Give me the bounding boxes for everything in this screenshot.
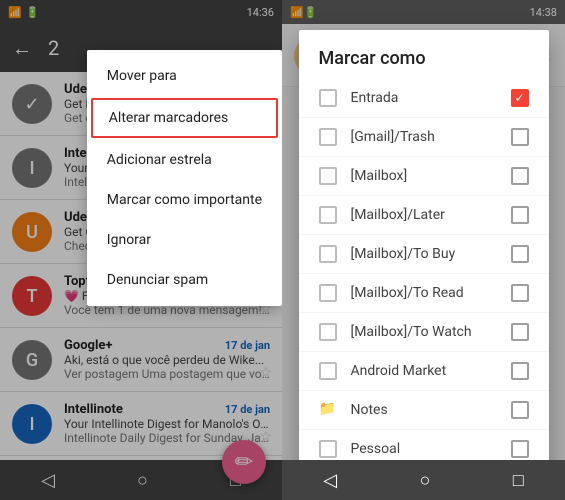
context-menu-item-alterar[interactable]: Alterar marcadores <box>91 98 278 138</box>
checkbox-android[interactable] <box>511 362 529 380</box>
context-menu-item-importante[interactable]: Marcar como importante <box>87 180 282 220</box>
right-bottom-nav: ◁ ○ □ <box>282 460 565 500</box>
checkbox-towatch[interactable] <box>511 323 529 341</box>
context-menu-item-mover[interactable]: Mover para <box>87 56 282 96</box>
home-nav-icon-right[interactable]: ○ <box>420 470 431 491</box>
dialog-item-label-android: Android Market <box>351 363 511 379</box>
checkbox-left-pessoal <box>319 440 337 458</box>
left-panel: 📶 🔋 14:36 ← 2 ✓ Udemy Get Business Cours… <box>0 0 282 500</box>
dialog-item-gmail-trash[interactable]: [Gmail]/Trash <box>299 118 549 157</box>
dialog-item-entrada[interactable]: Entrada <box>299 79 549 118</box>
marcar-como-dialog: Marcar como Entrada [Gmail]/Trash [Mailb… <box>299 30 549 500</box>
checkbox-left-later <box>319 206 337 224</box>
checkbox-left-mailbox <box>319 167 337 185</box>
dialog-item-label-tobuy: [Mailbox]/To Buy <box>351 246 511 262</box>
dialog-item-label-toread: [Mailbox]/To Read <box>351 285 511 301</box>
context-menu-item-estrela[interactable]: Adicionar estrela <box>87 140 282 180</box>
dialog-item-android-market[interactable]: Android Market <box>299 352 549 391</box>
dialog-item-label-later: [Mailbox]/Later <box>351 207 511 223</box>
checkbox-pessoal[interactable] <box>511 440 529 458</box>
dialog-item-mailbox-toread[interactable]: [Mailbox]/To Read <box>299 274 549 313</box>
context-menu-item-spam[interactable]: Denunciar spam <box>87 260 282 300</box>
dialog-item-label-notes: Notes <box>351 402 511 418</box>
checkbox-left-entrada <box>319 89 337 107</box>
checkbox-notes[interactable] <box>511 401 529 419</box>
dialog-title: Marcar como <box>299 30 549 79</box>
checkbox-left-tobuy <box>319 245 337 263</box>
checkbox-toread[interactable] <box>511 284 529 302</box>
folder-icon: 📁 <box>319 401 337 419</box>
dialog-item-mailbox-tobuy[interactable]: [Mailbox]/To Buy <box>299 235 549 274</box>
dialog-backdrop: Marcar como Entrada [Gmail]/Trash [Mailb… <box>282 0 565 500</box>
dialog-item-label-trash: [Gmail]/Trash <box>351 129 511 145</box>
checkbox-left-trash <box>319 128 337 146</box>
checkbox-tobuy[interactable] <box>511 245 529 263</box>
checkbox-trash[interactable] <box>511 128 529 146</box>
dialog-item-mailbox-later[interactable]: [Mailbox]/Later <box>299 196 549 235</box>
checkbox-entrada[interactable] <box>511 89 529 107</box>
right-panel: 📶🔋 14:38 Y YouTube TecMundo Games: "CP (… <box>282 0 565 500</box>
back-nav-icon-right[interactable]: ◁ <box>323 470 337 491</box>
checkbox-mailbox[interactable] <box>511 167 529 185</box>
dialog-item-mailbox-towatch[interactable]: [Mailbox]/To Watch <box>299 313 549 352</box>
dialog-item-label-entrada: Entrada <box>351 90 511 106</box>
recent-nav-icon-right[interactable]: □ <box>513 470 524 491</box>
checkbox-later[interactable] <box>511 206 529 224</box>
context-menu-item-ignorar[interactable]: Ignorar <box>87 220 282 260</box>
dialog-item-label-mailbox: [Mailbox] <box>351 168 511 184</box>
checkbox-left-toread <box>319 284 337 302</box>
context-menu: Mover para Alterar marcadores Adicionar … <box>87 50 282 306</box>
dialog-item-label-towatch: [Mailbox]/To Watch <box>351 324 511 340</box>
dialog-item-label-pessoal: Pessoal <box>351 441 511 457</box>
checkbox-left-towatch <box>319 323 337 341</box>
dialog-item-notes[interactable]: 📁 Notes <box>299 391 549 430</box>
checkbox-left-android <box>319 362 337 380</box>
dialog-item-mailbox[interactable]: [Mailbox] <box>299 157 549 196</box>
